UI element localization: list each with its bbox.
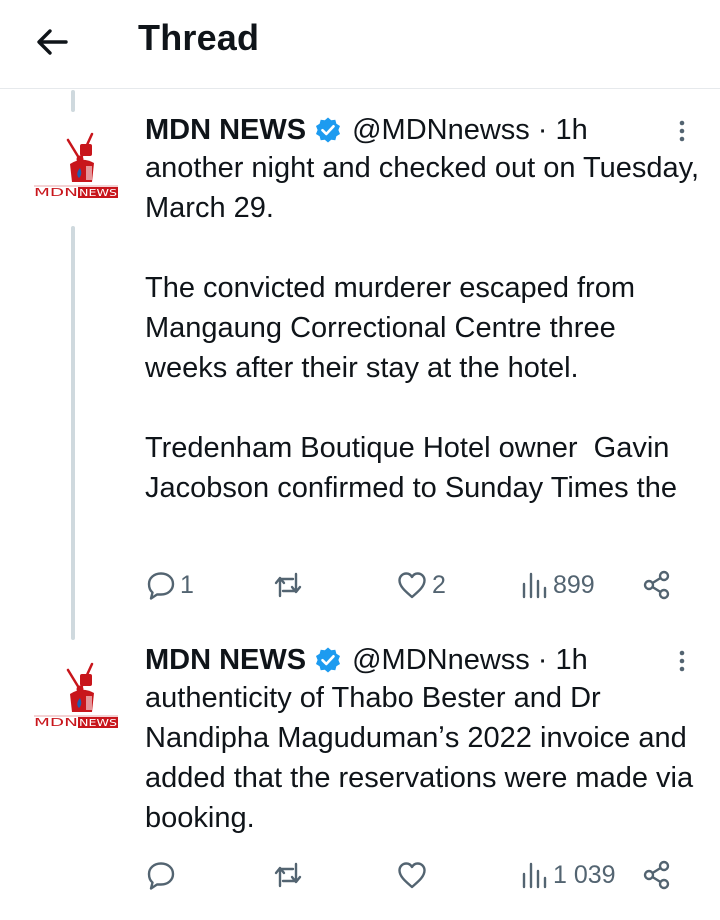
reply-icon [147, 572, 175, 600]
more-options-button[interactable] [670, 116, 694, 146]
svg-text:MDN: MDN [34, 186, 78, 199]
tweet-actions: 1 2 899 [0, 565, 720, 605]
heart-icon [398, 862, 426, 889]
avatar[interactable]: MDN NEWS [34, 130, 118, 210]
view-count: 1 039 [553, 860, 616, 889]
timestamp[interactable]: 1h [555, 640, 587, 680]
tweet-header: MDN NEWS @MDNnewss · 1h [145, 640, 588, 680]
like-button[interactable]: 2 [396, 565, 446, 605]
top-bar: Thread [0, 0, 720, 89]
verified-badge-icon [316, 647, 341, 673]
view-count: 899 [553, 570, 595, 599]
views-button[interactable]: 1 039 [519, 855, 616, 895]
repost-icon [274, 862, 302, 888]
share-icon [643, 860, 670, 890]
tweet-paragraph: another night and checked out on Tuesday… [145, 152, 700, 224]
reply-button[interactable]: 1 [146, 565, 194, 605]
analytics-icon [522, 572, 547, 599]
separator-dot: · [537, 114, 548, 146]
author-name[interactable]: MDN NEWS [145, 640, 306, 680]
reply-icon [147, 862, 175, 890]
tweet-paragraph: Tredenham Boutique Hotel owner Gavin Jac… [145, 432, 677, 504]
arrow-left-icon [37, 29, 68, 55]
verified-badge-icon [316, 117, 341, 143]
tweet-paragraph: The convicted murderer escaped from Mang… [145, 272, 635, 384]
more-vertical-icon [679, 650, 685, 672]
repost-button[interactable] [272, 565, 308, 605]
views-button[interactable]: 899 [519, 565, 595, 605]
thread-line-top [71, 90, 75, 112]
tweet-header: MDN NEWS @MDNnewss · 1h [145, 110, 588, 150]
author-handle[interactable]: @MDNnewss [352, 640, 530, 680]
separator-dot: · [537, 644, 548, 676]
more-options-button[interactable] [670, 646, 694, 676]
share-button[interactable] [641, 855, 673, 895]
tweet-paragraph: authenticity of Thabo Bester and Dr Nand… [145, 682, 694, 834]
tweet-text: authenticity of Thabo Bester and Dr Nand… [145, 678, 705, 838]
share-icon [643, 570, 670, 600]
share-button[interactable] [641, 565, 673, 605]
svg-text:NEWS: NEWS [79, 188, 117, 199]
svg-text:MDN: MDN [34, 716, 78, 729]
like-button[interactable] [396, 855, 432, 895]
more-vertical-icon [679, 120, 685, 142]
mdn-news-logo-icon: MDN NEWS [34, 662, 118, 729]
mdn-news-logo-icon: MDN NEWS [34, 132, 118, 199]
repost-icon [274, 572, 302, 598]
timestamp[interactable]: 1h [555, 110, 587, 150]
author-handle[interactable]: @MDNnewss [352, 110, 530, 150]
page-title: Thread [138, 17, 260, 58]
like-count: 2 [432, 570, 446, 599]
reply-count: 1 [180, 570, 194, 599]
heart-icon [398, 572, 426, 599]
tweet-actions: 1 039 [0, 855, 720, 895]
avatar[interactable]: MDN NEWS [34, 660, 118, 740]
back-button[interactable] [32, 22, 72, 62]
tweet-text: another night and checked out on Tuesday… [145, 148, 705, 508]
analytics-icon [522, 862, 547, 889]
repost-button[interactable] [272, 855, 308, 895]
svg-text:NEWS: NEWS [79, 718, 117, 729]
author-name[interactable]: MDN NEWS [145, 110, 306, 150]
reply-button[interactable] [146, 855, 180, 895]
